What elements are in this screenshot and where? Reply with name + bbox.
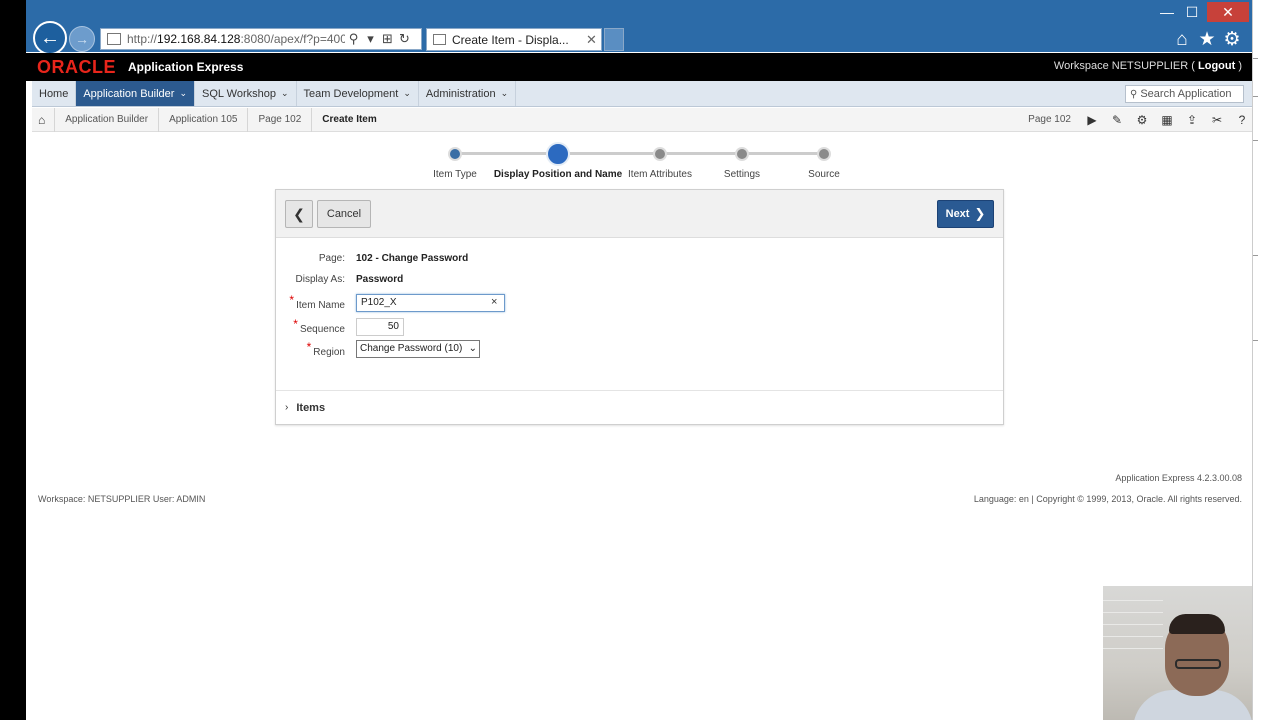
item-name-label: * Item Name [289, 293, 345, 311]
browser-toolbar: ← → http://192.168.84.128:8080/apex/f?p=… [26, 0, 1252, 55]
help-icon[interactable]: ? [1234, 112, 1250, 128]
main-menu-bar: Home Application Builder ⌄ SQL Workshop ⌄ … [32, 81, 1252, 107]
page-indicator: Page 102 [1028, 114, 1071, 125]
item-name-row: * Item Name P102_X × [276, 293, 1003, 317]
menu-application-builder[interactable]: Application Builder ⌄ [76, 81, 196, 106]
sequence-row: * Sequence 50 [276, 317, 1003, 341]
new-tab-button[interactable] [604, 28, 624, 51]
back-arrow-icon: ← [40, 26, 60, 49]
wizard-step-dot [448, 147, 462, 161]
maximize-button[interactable]: ☐ [1182, 2, 1202, 22]
sequence-input[interactable]: 50 [356, 318, 404, 336]
wizard-progress-track [456, 152, 826, 155]
tab-close-icon[interactable]: ✕ [586, 32, 597, 48]
breadcrumb-page[interactable]: Page 102 [248, 107, 313, 132]
breadcrumb-current: Create Item [322, 114, 377, 125]
workspace-name: Workspace NETSUPPLIER [1053, 60, 1189, 72]
chevron-down-icon: ⌄ [403, 88, 411, 98]
search-placeholder: Search Application [1140, 88, 1232, 100]
export-icon[interactable]: ⇪ [1184, 112, 1200, 128]
page-label: Page: [318, 253, 345, 264]
sequence-label: * Sequence [293, 317, 345, 335]
forward-arrow-icon: → [75, 31, 89, 47]
items-section-toggle[interactable]: › Items [276, 390, 1003, 424]
tools-gear-icon[interactable]: ⚙ [1221, 29, 1243, 51]
wizard-step-dot [817, 147, 831, 161]
display-as-row: Display As: Password [276, 274, 1003, 294]
workspace-info: Workspace NETSUPPLIER ( Logout ) [1053, 60, 1242, 72]
run-page-icon[interactable]: ▶ [1084, 112, 1100, 128]
page-value: 102 - Change Password [356, 253, 469, 264]
back-button[interactable]: ← [33, 21, 67, 55]
region-select[interactable]: Change Password (10) ⌄ [356, 340, 480, 358]
oracle-logo[interactable]: ORACLE [37, 57, 116, 78]
home-icon[interactable]: ⌂ [1171, 29, 1193, 51]
edit-page-icon[interactable]: ✎ [1109, 112, 1125, 128]
tab-favicon-icon [433, 34, 446, 45]
chevron-right-icon: ❯ [974, 206, 986, 221]
menu-sql-workshop[interactable]: SQL Workshop ⌄ [195, 81, 297, 106]
search-icon: ⚲ [1130, 88, 1138, 100]
tab-title: Create Item - Displa... [452, 32, 569, 47]
menu-home[interactable]: Home [32, 81, 77, 106]
webcam-overlay [1103, 586, 1252, 720]
footer-workspace-user: Workspace: NETSUPPLIER User: ADMIN [38, 494, 206, 504]
logout-link[interactable]: Logout [1198, 60, 1235, 72]
forward-button[interactable]: → [69, 26, 95, 52]
utilities-icon[interactable]: ✂ [1209, 112, 1225, 128]
shared-components-gear-icon[interactable]: ⚙ [1134, 112, 1150, 128]
next-button[interactable]: Next ❯ [937, 200, 994, 228]
wizard-button-bar: ❮ Cancel Next ❯ [276, 190, 1003, 238]
compatibility-view-icon[interactable]: ⊞ [379, 31, 396, 47]
app-version: Application Express 4.2.3.00.08 [1115, 473, 1242, 483]
chevron-down-icon: ⌄ [468, 343, 477, 354]
wizard-panel: ❮ Cancel Next ❯ Page: 102 - Change Passwo… [275, 189, 1004, 425]
display-as-label: Display As: [295, 274, 345, 285]
wizard-step-dot [653, 147, 667, 161]
page-row: Page: 102 - Change Password [276, 253, 1003, 273]
chevron-down-icon: ⌄ [500, 88, 509, 98]
refresh-icon[interactable]: ↻ [396, 31, 413, 47]
minimize-button[interactable]: — [1157, 2, 1177, 22]
search-icon[interactable]: ⚲ [345, 31, 362, 47]
breadcrumb-application-builder[interactable]: Application Builder [55, 107, 160, 132]
close-window-button[interactable]: ✕ [1207, 2, 1249, 22]
browser-tab[interactable]: Create Item - Displa... ✕ [426, 28, 602, 51]
previous-button[interactable]: ❮ [285, 200, 313, 228]
chevron-down-icon: ⌄ [179, 88, 188, 98]
chevron-left-icon: ❮ [293, 205, 305, 222]
page-favicon-icon [107, 33, 121, 45]
wizard-step-dot [735, 147, 749, 161]
items-section-title: Items [296, 401, 326, 414]
menu-administration[interactable]: Administration ⌄ [419, 81, 517, 106]
screen: ← → http://192.168.84.128:8080/apex/f?p=… [26, 0, 1252, 720]
clear-input-icon[interactable]: × [491, 296, 497, 308]
footer-copyright: Language: en | Copyright © 1999, 2013, O… [973, 494, 1242, 504]
cancel-button[interactable]: Cancel [317, 200, 371, 228]
address-bar[interactable]: http://192.168.84.128:8080/apex/f?p=4000… [100, 28, 422, 50]
breadcrumb-home-icon[interactable]: ⌂ [32, 107, 56, 132]
adjacent-window-edge [1252, 0, 1280, 720]
dropdown-icon[interactable]: ▾ [362, 31, 379, 47]
grid-view-icon[interactable]: ▦ [1159, 112, 1175, 128]
display-as-value: Password [356, 274, 404, 285]
breadcrumb: ⌂ Application Builder Application 105 Pa… [32, 107, 1252, 132]
breadcrumb-application[interactable]: Application 105 [159, 107, 249, 132]
region-row: * Region Change Password (10) ⌄ [276, 340, 1003, 364]
region-label: * Region [306, 340, 345, 358]
favorites-star-icon[interactable]: ★ [1196, 29, 1218, 51]
item-name-input[interactable]: P102_X [356, 294, 505, 312]
expand-chevron-icon: › [285, 402, 289, 413]
required-marker: * [306, 340, 312, 354]
apex-header: ORACLE Application Express Workspace NET… [26, 53, 1252, 81]
chevron-down-icon: ⌄ [281, 88, 289, 98]
search-application-input[interactable]: ⚲ Search Application [1125, 85, 1244, 103]
wizard-step-label: Source [808, 169, 840, 180]
url-text[interactable]: http://192.168.84.128:8080/apex/f?p=4000… [127, 32, 345, 46]
product-name: Application Express [128, 60, 244, 74]
required-marker: * [293, 317, 298, 331]
required-marker: * [289, 293, 295, 307]
menu-team-development[interactable]: Team Development ⌄ [297, 81, 419, 106]
wizard-step-dot-current [546, 142, 570, 166]
